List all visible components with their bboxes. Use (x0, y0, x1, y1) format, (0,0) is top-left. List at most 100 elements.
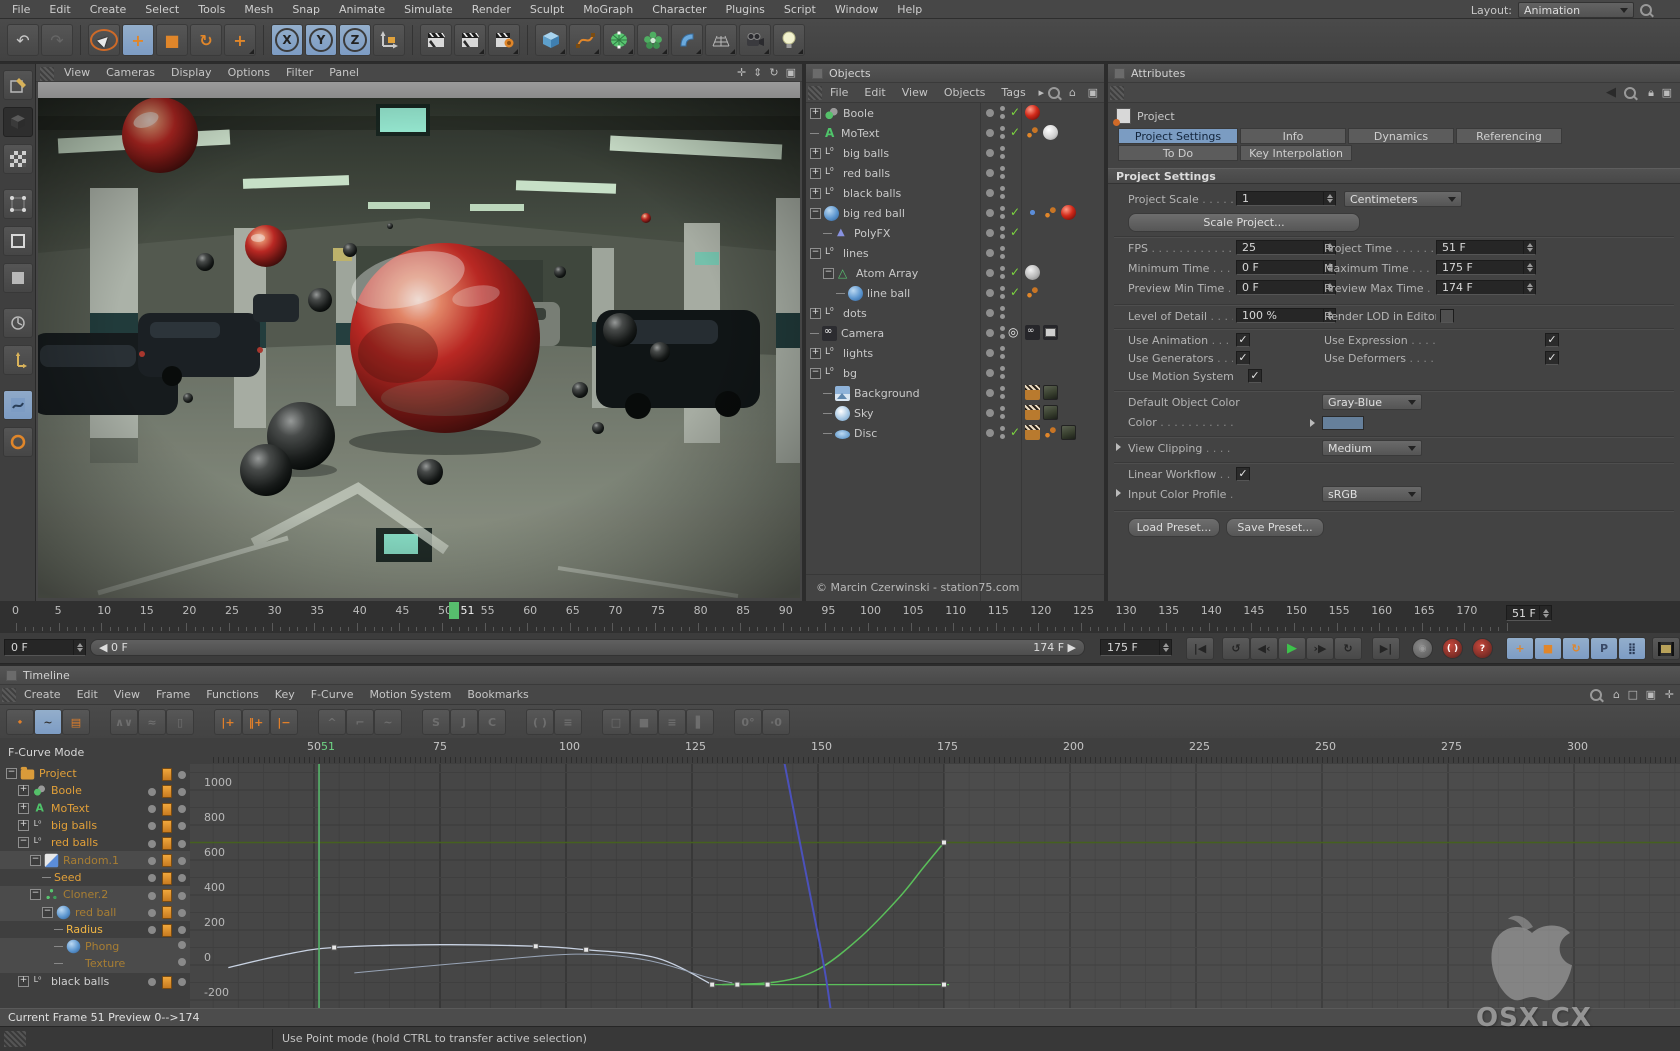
menu-item-animate[interactable]: Animate (339, 3, 385, 16)
project-scale-unit-dropdown[interactable]: Centimeters (1344, 191, 1462, 207)
solo-dot[interactable] (148, 892, 156, 900)
track-label[interactable]: Texture (85, 957, 125, 970)
menu-item-plugins[interactable]: Plugins (726, 3, 765, 16)
scale-project-button[interactable]: Scale Project... (1128, 213, 1360, 232)
tab-info[interactable]: Info (1240, 128, 1346, 144)
fcurve-tree-row-boole[interactable]: +Boole (0, 782, 190, 799)
timeline-menu-motion-system[interactable]: Motion System (370, 688, 452, 701)
default-object-color-dropdown[interactable]: Gray-Blue (1322, 394, 1422, 410)
track-label[interactable]: Cloner.2 (63, 888, 108, 901)
add-deformer-button[interactable] (671, 24, 703, 56)
add-subdivision-surface-button[interactable] (603, 24, 635, 56)
track-label[interactable]: big balls (51, 819, 97, 832)
menu-item-create[interactable]: Create (90, 3, 127, 16)
objects-menu-objects[interactable]: Objects (944, 86, 986, 99)
key-mode-button[interactable]: ⬩ (6, 709, 34, 735)
history-back-icon[interactable]: ◀ (1606, 85, 1616, 100)
snap-settings-button[interactable] (3, 427, 33, 457)
expand-icon[interactable]: + (810, 348, 821, 359)
objects-menu-tags[interactable]: Tags (1001, 86, 1025, 99)
layer-color-dot[interactable] (986, 309, 994, 317)
spinner[interactable] (1523, 241, 1535, 254)
layer-color-dot[interactable] (986, 329, 994, 337)
menu-item-select[interactable]: Select (145, 3, 179, 16)
play-forwards-button[interactable]: ▶ (1278, 637, 1306, 660)
current-frame-field[interactable]: 0 F (4, 639, 86, 656)
expand-icon[interactable]: + (810, 168, 821, 179)
timeline-menu-edit[interactable]: Edit (77, 688, 98, 701)
expand-icon[interactable]: + (18, 803, 29, 814)
linear-interp-button[interactable]: ^ (318, 709, 346, 735)
visibility-dots[interactable] (1000, 326, 1005, 342)
frame-field[interactable]: 51 F (1506, 605, 1552, 621)
comp-tag[interactable] (1025, 385, 1040, 400)
new-panel-icon[interactable]: ▣ (1088, 86, 1098, 99)
viewport-scene[interactable] (38, 98, 800, 598)
fcurve-tree-row-random-1[interactable]: −Random.1 (0, 851, 190, 868)
object-label[interactable]: big balls (843, 147, 889, 160)
maximum-time-field[interactable]: 175 F (1436, 260, 1536, 275)
expand-icon[interactable]: + (810, 108, 821, 119)
expand-icon[interactable]: + (18, 820, 29, 831)
dotblue-tag[interactable] (1025, 205, 1040, 220)
autokey-button[interactable]: ◉ (1412, 638, 1433, 659)
object-row-boole[interactable]: +Boole✓ (806, 103, 1104, 123)
menu-item-render[interactable]: Render (472, 3, 511, 16)
collapse-icon[interactable]: − (30, 889, 41, 900)
keyframe-point[interactable] (765, 982, 770, 987)
solo-dot[interactable] (178, 892, 186, 900)
minimum-time-field[interactable]: 0 F (1236, 260, 1336, 275)
keyframe-point[interactable] (332, 945, 337, 950)
level-of-detail-field[interactable]: 100 % (1236, 308, 1336, 323)
linear-workflow-checkbox[interactable]: ✓ (1236, 467, 1250, 481)
menu-item-sculpt[interactable]: Sculpt (530, 3, 564, 16)
phong-tag[interactable] (1043, 205, 1058, 220)
solo-dot[interactable] (148, 788, 156, 796)
key-toggle-icon[interactable] (162, 820, 172, 833)
phong-tag[interactable] (1043, 425, 1058, 440)
object-row-lights[interactable]: +lights (806, 343, 1104, 363)
solo-dot[interactable] (178, 788, 186, 796)
animation-mode-button[interactable] (3, 308, 33, 338)
timeline-menu-view[interactable]: View (114, 688, 140, 701)
layer-color-dot[interactable] (986, 289, 994, 297)
add-key-button[interactable]: |+ (214, 709, 242, 735)
tab-key-interpolation[interactable]: Key Interpolation (1240, 145, 1352, 161)
object-label[interactable]: Sky (854, 407, 873, 420)
layer-color-dot[interactable] (986, 169, 994, 177)
viewport-menu-view[interactable]: View (64, 66, 90, 79)
collapse-icon[interactable]: − (810, 208, 821, 219)
expand-icon[interactable]: + (810, 308, 821, 319)
snap-frame-button[interactable]: ·0 (762, 709, 790, 735)
object-row-camera[interactable]: Camera◎ (806, 323, 1104, 343)
add-mograph-object-button[interactable] (637, 24, 669, 56)
enabled-check-icon[interactable]: ✓ (1010, 265, 1020, 279)
step-interp-button[interactable]: ⌐ (346, 709, 374, 735)
render-picture-viewer-button[interactable] (454, 24, 486, 56)
visibility-dots[interactable] (1000, 146, 1005, 162)
collapse-icon[interactable]: − (6, 768, 17, 779)
key-toggle-icon[interactable] (162, 803, 172, 816)
timeline-menu-functions[interactable]: Functions (206, 688, 259, 701)
object-row-polyfx[interactable]: PolyFX✓ (806, 223, 1104, 243)
last-used-tool[interactable]: + (224, 24, 256, 56)
texture-mode-button[interactable] (3, 144, 33, 174)
fcurve-ruler[interactable]: 507510012515017520022525027530051 (190, 738, 1680, 765)
viewport-menu-display[interactable]: Display (171, 66, 212, 79)
fcurve-tree-row-cloner-2[interactable]: − Cloner.2 (0, 886, 190, 903)
layer-color-dot[interactable] (986, 269, 994, 277)
phong-tag[interactable] (1025, 125, 1040, 140)
timeline-menu-create[interactable]: Create (24, 688, 61, 701)
key-toggle-icon[interactable] (162, 976, 172, 989)
snap-degree-button[interactable]: 0° (734, 709, 762, 735)
track-label[interactable]: Radius (66, 923, 103, 936)
object-row-background[interactable]: Background (806, 383, 1104, 403)
solo-dot[interactable] (148, 926, 156, 934)
keyframe-point[interactable] (533, 944, 538, 949)
record-pla-button[interactable]: ⣿ (1618, 637, 1646, 660)
fcurve-tree-row-texture[interactable]: Texture (0, 955, 190, 972)
fcurve-tree-row-big-balls[interactable]: + big balls (0, 817, 190, 834)
layer-color-dot[interactable] (986, 229, 994, 237)
object-label[interactable]: Disc (854, 427, 877, 440)
solo-dot[interactable] (178, 771, 186, 779)
